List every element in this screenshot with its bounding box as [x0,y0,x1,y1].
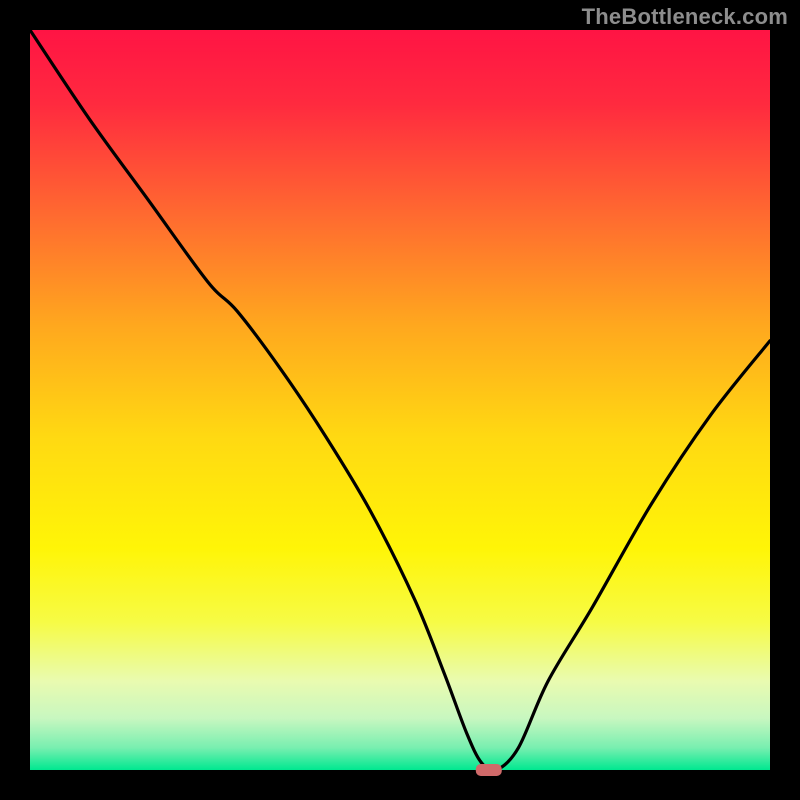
bottleneck-chart [0,0,800,800]
optimum-marker [476,764,502,776]
chart-frame: { "watermark": "TheBottleneck.com", "cha… [0,0,800,800]
watermark-text: TheBottleneck.com [582,4,788,30]
plot-background [30,30,770,770]
